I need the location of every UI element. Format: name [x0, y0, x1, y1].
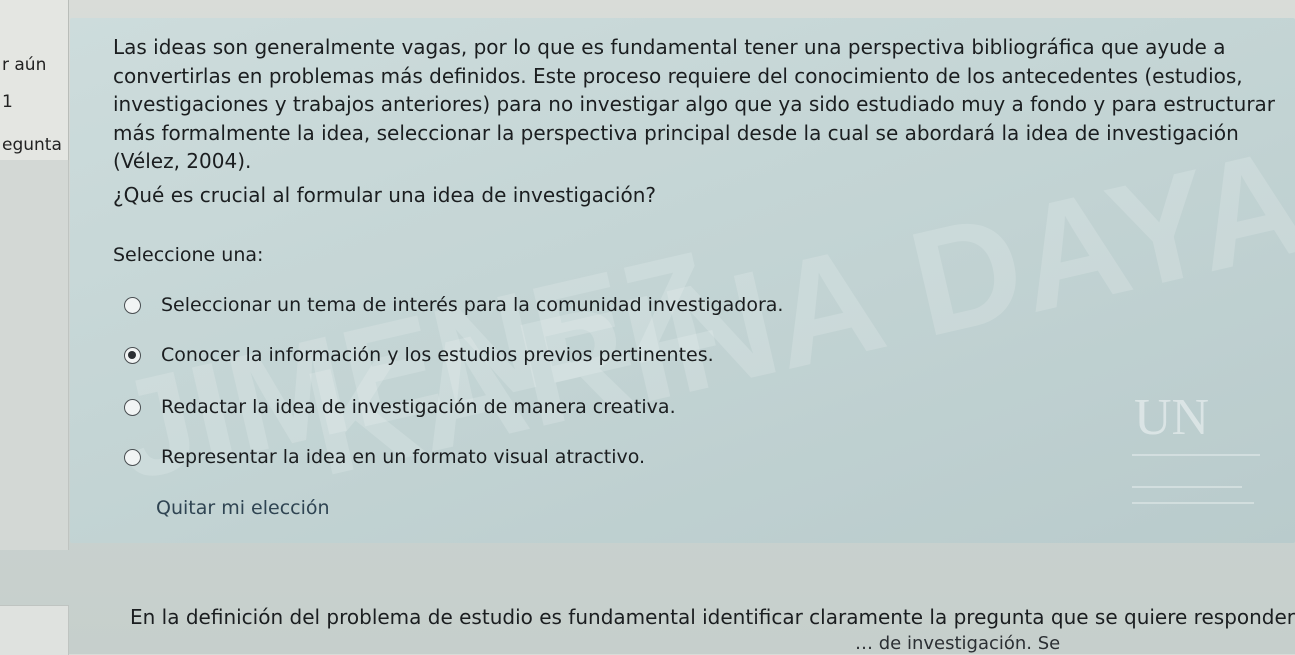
- info-line-1: r aún: [2, 55, 47, 75]
- answer-option-2[interactable]: Conocer la información y los estudios pr…: [124, 342, 714, 368]
- next-question-info-panel: [0, 605, 69, 655]
- radio-button-unchecked[interactable]: [124, 296, 141, 314]
- university-logo: UN: [1132, 388, 1282, 518]
- radio-button-unchecked[interactable]: [124, 398, 141, 416]
- logo-letters: UN: [1134, 389, 1210, 446]
- logo-divider: [1132, 502, 1254, 504]
- answer-option-label[interactable]: Redactar la idea de investigación de man…: [161, 396, 676, 418]
- answer-option-label[interactable]: Seleccionar un tema de interés para la c…: [161, 294, 783, 316]
- question-info-panel: r aún 1 egunta: [0, 0, 69, 160]
- next-question-text-partial: … de investigación. Se: [855, 633, 1061, 654]
- question-text: ¿Qué es crucial al formular una idea de …: [113, 183, 656, 207]
- info-line-2: 1: [2, 92, 13, 112]
- logo-divider: [1132, 486, 1242, 488]
- radio-button-unchecked[interactable]: [124, 448, 141, 466]
- next-question-text: En la definición del problema de estudio…: [130, 605, 1295, 629]
- answer-option-1[interactable]: Seleccionar un tema de interés para la c…: [124, 292, 783, 318]
- answer-prompt: Seleccione una:: [113, 244, 264, 266]
- answer-option-label[interactable]: Conocer la información y los estudios pr…: [161, 344, 714, 366]
- radio-button-checked[interactable]: [124, 346, 141, 364]
- question-info-panel-lower: [0, 160, 69, 550]
- answer-option-4[interactable]: Representar la idea en un formato visual…: [124, 444, 645, 470]
- logo-divider: [1132, 454, 1260, 456]
- answer-option-3[interactable]: Redactar la idea de investigación de man…: [124, 394, 676, 420]
- info-line-3: egunta: [2, 135, 62, 155]
- answer-option-label[interactable]: Representar la idea en un formato visual…: [161, 446, 645, 468]
- clear-choice-link[interactable]: Quitar mi elección: [156, 497, 330, 519]
- question-intro: Las ideas son generalmente vagas, por lo…: [113, 35, 1276, 173]
